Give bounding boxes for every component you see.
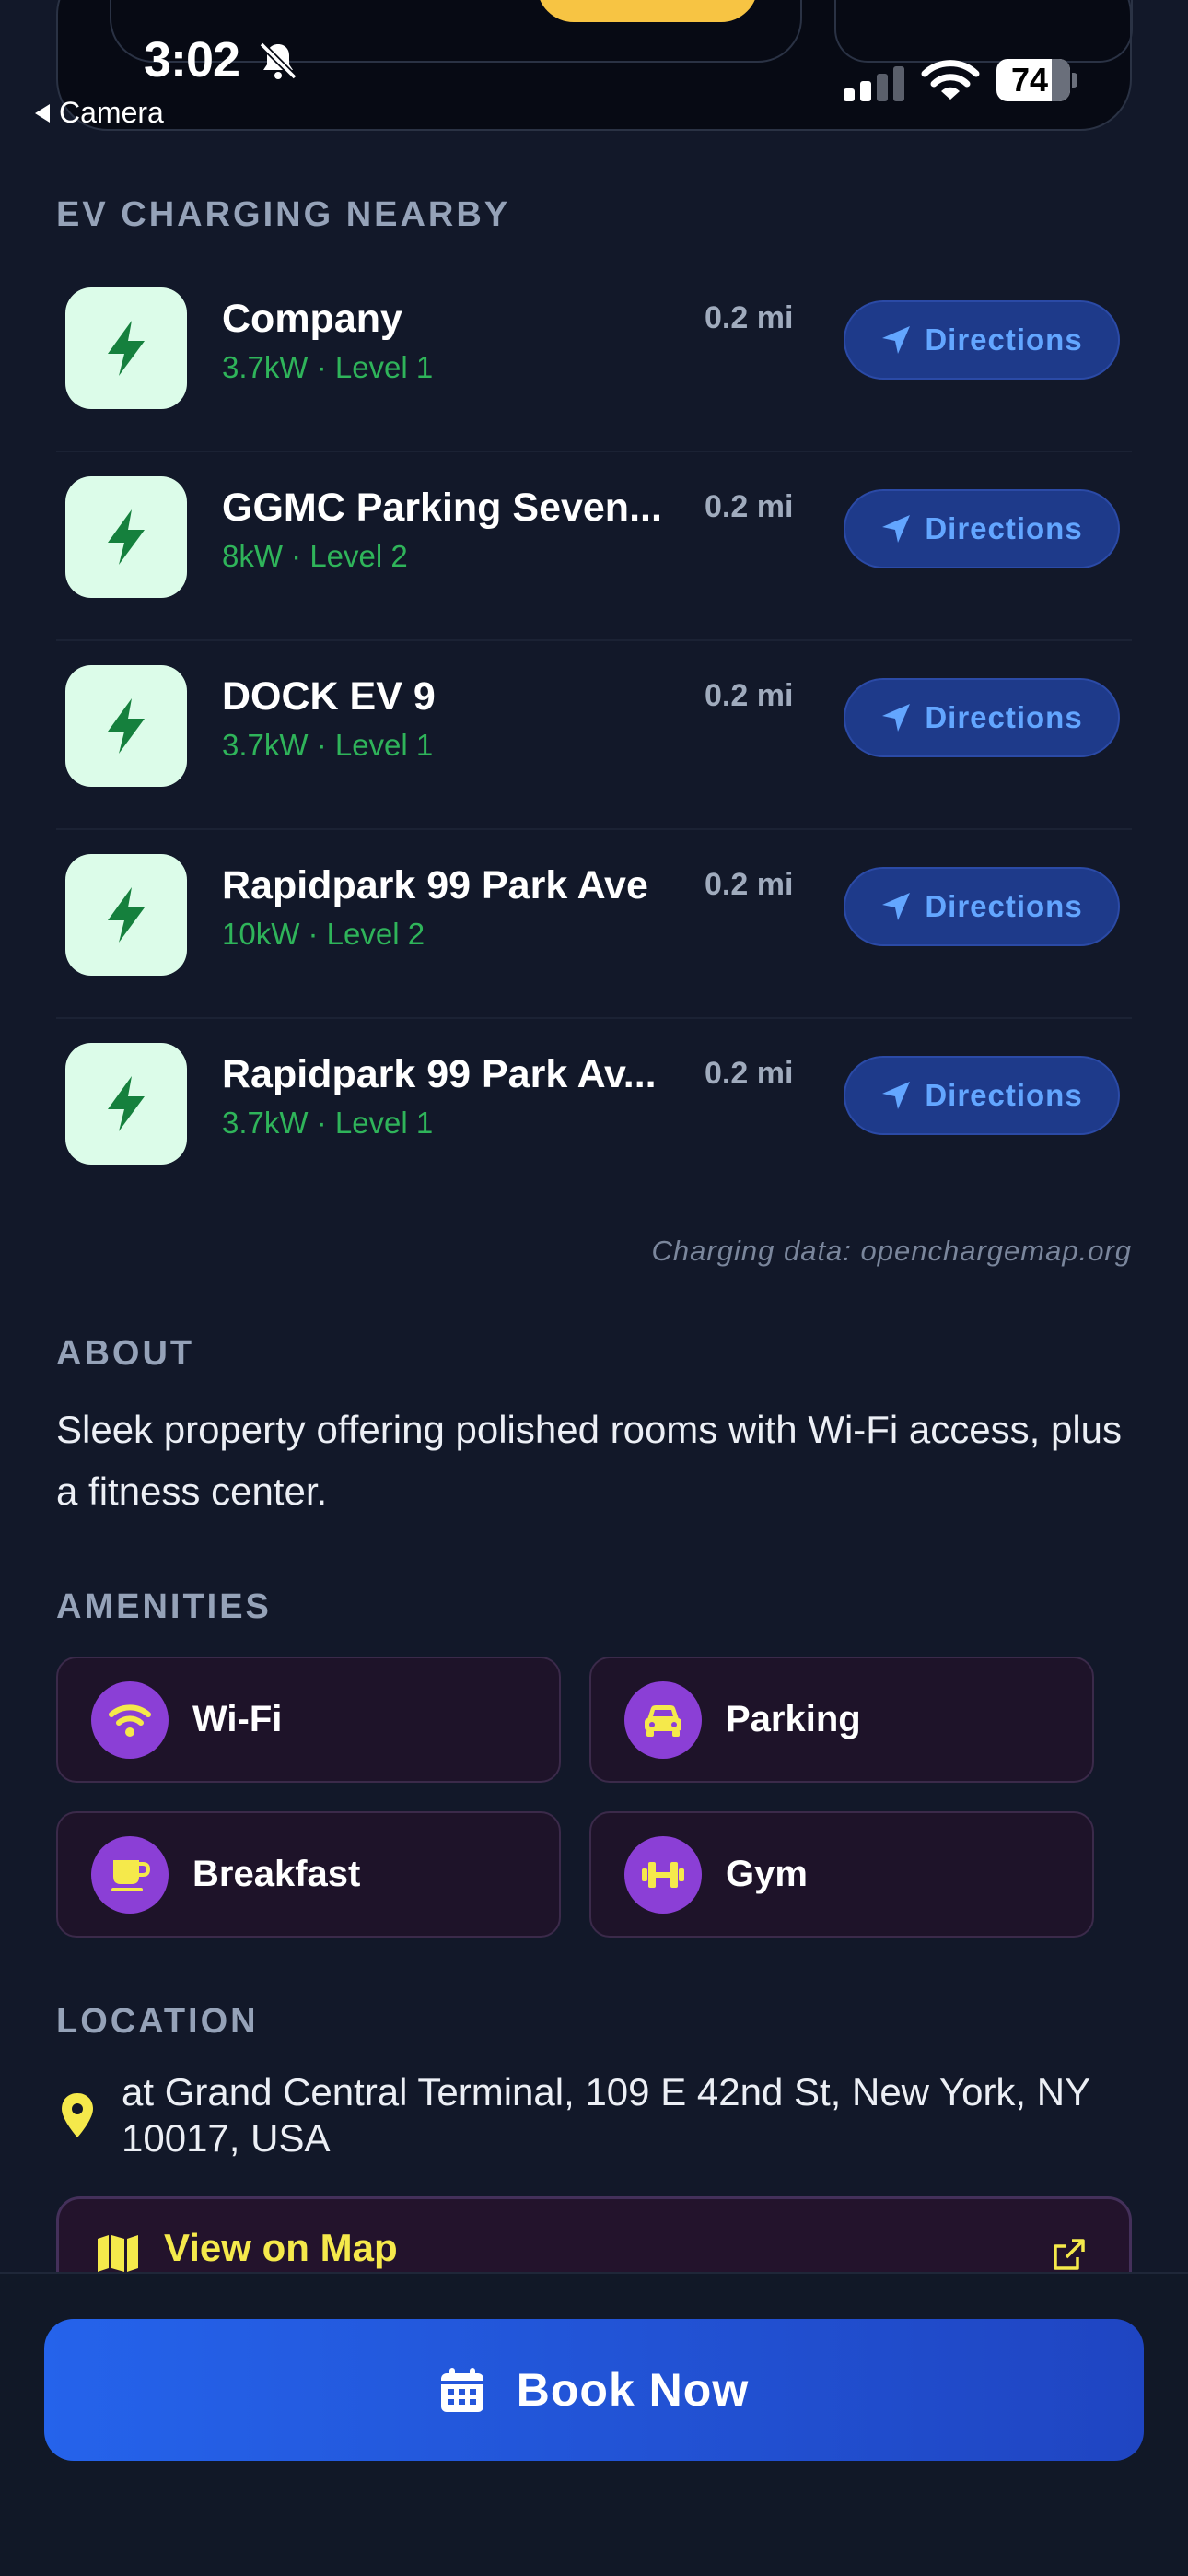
directions-label: Directions: [925, 1078, 1083, 1112]
charger-spec: 3.7kW · Level 1: [222, 728, 434, 762]
bell-slash-icon: [259, 41, 297, 80]
navigation-arrow-icon: [882, 893, 911, 920]
bolt-icon: [108, 509, 145, 565]
navigation-arrow-icon: [882, 1082, 911, 1109]
navigation-arrow-icon: [882, 326, 911, 354]
charger-distance: 0.2 mi: [705, 678, 794, 713]
charger-name: Rapidpark 99 Park Av...: [222, 1052, 657, 1096]
wifi-icon: [91, 1680, 169, 1759]
bolt-icon: [108, 321, 145, 376]
bolt-icon: [108, 698, 145, 754]
book-now-label: Book Now: [516, 2364, 750, 2416]
bolt-icon: [108, 887, 145, 943]
location-address: at Grand Central Terminal, 109 E 42nd St…: [122, 2070, 1090, 2160]
charger-row: Company 3.7kW · Level 1 0.2 mi Direction…: [56, 263, 1132, 452]
directions-button[interactable]: Directions: [844, 489, 1120, 568]
charging-data-credit: Charging data: openchargemap.org: [651, 1235, 1132, 1267]
charger-name: GGMC Parking Seven...: [222, 486, 662, 530]
charger-name: Company: [222, 297, 402, 341]
charger-icon-tile: [65, 854, 187, 976]
back-to-camera-link[interactable]: Camera: [35, 96, 164, 130]
map-pin-icon: [62, 2093, 93, 2137]
navigation-arrow-icon: [882, 704, 911, 732]
charger-icon-tile: [65, 1043, 187, 1165]
charger-spec: 8kW · Level 2: [222, 539, 408, 573]
directions-label: Directions: [925, 511, 1083, 545]
top-yellow-tab[interactable]: [537, 0, 758, 22]
charger-distance: 0.2 mi: [705, 489, 794, 524]
bolt-icon: [108, 1076, 145, 1131]
amenity-chip-parking: Parking: [589, 1657, 1094, 1783]
location-section-title: LOCATION: [56, 2002, 259, 2041]
coffee-icon: [91, 1835, 169, 1914]
back-arrow-icon: [35, 103, 50, 123]
amenity-label: Breakfast: [192, 1854, 361, 1894]
wifi-status-icon: [921, 60, 980, 100]
directions-label: Directions: [925, 322, 1083, 357]
directions-button[interactable]: Directions: [844, 678, 1120, 757]
ev-section-title: EV CHARGING NEARBY: [56, 195, 511, 234]
car-icon: [624, 1680, 702, 1759]
charger-distance: 0.2 mi: [705, 1056, 794, 1091]
top-card-panel-right: [834, 0, 1133, 63]
charger-row: GGMC Parking Seven... 8kW · Level 2 0.2 …: [56, 452, 1132, 641]
view-on-map-label: View on Map: [164, 2226, 398, 2269]
charger-row: Rapidpark 99 Park Ave 10kW · Level 2 0.2…: [56, 830, 1132, 1019]
charger-icon-tile: [65, 287, 187, 409]
battery-indicator: 74: [996, 59, 1077, 101]
directions-button[interactable]: Directions: [844, 300, 1120, 380]
charger-distance: 0.2 mi: [705, 867, 794, 902]
book-now-button[interactable]: Book Now: [44, 2319, 1144, 2461]
amenity-chip-gym: Gym: [589, 1811, 1094, 1938]
directions-button[interactable]: Directions: [844, 867, 1120, 946]
charger-icon-tile: [65, 476, 187, 598]
cellular-signal-icon: [844, 66, 904, 101]
amenity-label: Parking: [726, 1699, 861, 1739]
amenity-chip-wifi: Wi-Fi: [56, 1657, 561, 1783]
charger-spec: 3.7kW · Level 1: [222, 1106, 434, 1140]
charger-name: DOCK EV 9: [222, 674, 436, 719]
navigation-arrow-icon: [882, 515, 911, 543]
directions-button[interactable]: Directions: [844, 1056, 1120, 1135]
amenity-label: Wi-Fi: [192, 1699, 283, 1739]
amenity-chip-breakfast: Breakfast: [56, 1811, 561, 1938]
status-time: 3:02: [144, 32, 240, 88]
directions-label: Directions: [925, 889, 1083, 923]
charger-name: Rapidpark 99 Park Ave: [222, 863, 648, 907]
about-section-title: ABOUT: [56, 1334, 195, 1373]
charger-spec: 10kW · Level 2: [222, 917, 425, 951]
calendar-icon: [440, 2368, 483, 2412]
charger-icon-tile: [65, 665, 187, 787]
charger-row: DOCK EV 9 3.7kW · Level 1 0.2 mi Directi…: [56, 641, 1132, 830]
dumbbell-icon: [624, 1835, 702, 1914]
external-link-icon: [1054, 2239, 1085, 2270]
charger-row: Rapidpark 99 Park Av... 3.7kW · Level 1 …: [56, 1019, 1132, 1208]
amenities-section-title: AMENITIES: [56, 1587, 272, 1626]
charger-distance: 0.2 mi: [705, 300, 794, 335]
charger-spec: 3.7kW · Level 1: [222, 350, 434, 384]
amenity-label: Gym: [726, 1854, 808, 1894]
about-description: Sleek property offering polished rooms w…: [56, 1408, 1123, 1513]
map-icon: [98, 2235, 138, 2272]
back-label: Camera: [59, 96, 164, 129]
battery-level: 74: [1010, 61, 1049, 99]
directions-label: Directions: [925, 700, 1083, 734]
